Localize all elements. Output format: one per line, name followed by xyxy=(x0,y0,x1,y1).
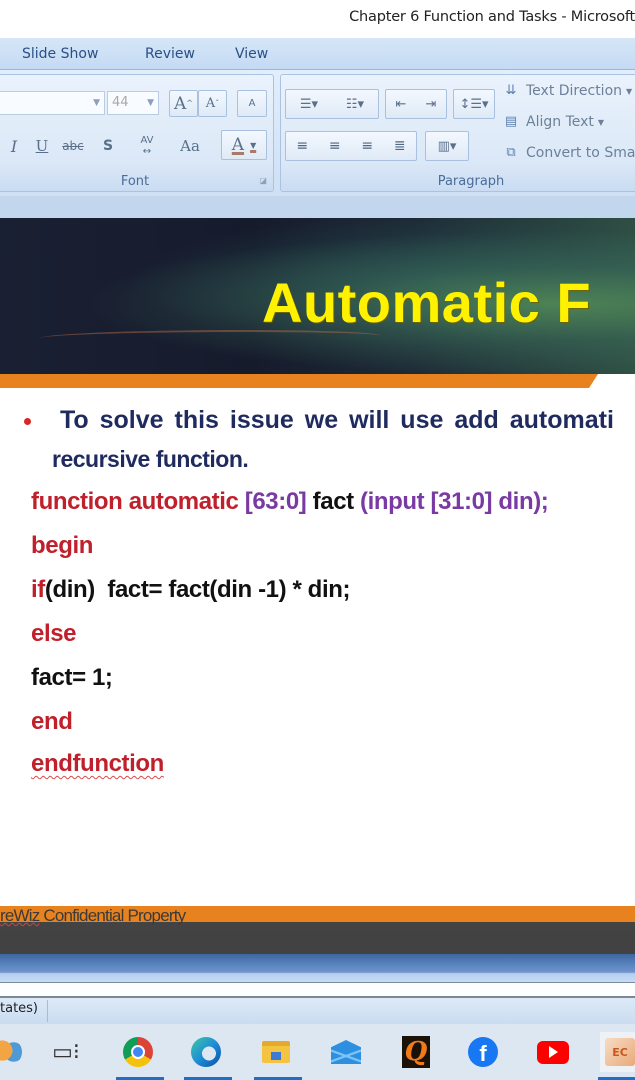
code-line-endfunction[interactable]: endfunction xyxy=(31,750,164,778)
font-color-button[interactable]: A ▼ xyxy=(221,130,267,160)
powerpoint-icon: EC xyxy=(605,1038,635,1066)
chevron-down-icon: ▼ xyxy=(147,98,154,108)
slide[interactable]: Automatic F To solve this issue we will … xyxy=(0,218,635,932)
taskbar-q-app[interactable]: Q xyxy=(396,1032,436,1072)
font-name-input[interactable]: ▼ xyxy=(0,91,105,115)
underline-button[interactable]: U xyxy=(31,133,53,159)
italic-button[interactable]: I xyxy=(3,133,25,159)
font-group: ▼ 44 ▼ A ^ Aˇ A I U abc S AV ↔ Aa A ▼ Font … xyxy=(0,74,274,192)
tab-view[interactable]: View xyxy=(235,46,268,62)
slide-title[interactable]: Automatic F xyxy=(262,270,591,335)
indent-buttons[interactable]: ⇤ ⇥ xyxy=(385,89,447,119)
folder-icon xyxy=(262,1041,290,1063)
chrome-icon xyxy=(123,1037,153,1067)
taskbar-mail[interactable] xyxy=(326,1032,366,1072)
clear-formatting-button[interactable]: A xyxy=(237,90,267,117)
taskbar-file-explorer[interactable] xyxy=(254,1032,302,1080)
align-text-button[interactable]: ▤ Align Text ▼ xyxy=(501,112,604,132)
character-spacing-button[interactable]: AV ↔ xyxy=(129,131,165,161)
decrease-indent-icon: ⇤ xyxy=(395,96,407,112)
paragraph-group: ☰▾ ☷▾ ⇤ ⇥ ↕☰▾ ≡ ≡ ≡ ≣ ▥▾ ⇊ Text Direction ▼ ▤ Al… xyxy=(280,74,635,192)
pane-splitter[interactable] xyxy=(0,954,635,982)
status-theme-text: tates) xyxy=(0,1001,39,1016)
q-app-icon: Q xyxy=(402,1036,430,1068)
columns-button[interactable]: ▥▾ xyxy=(425,131,469,161)
double-arrow-icon: ↔ xyxy=(142,146,152,157)
font-size-input[interactable]: 44 ▼ xyxy=(107,91,159,115)
bullet-text-line2[interactable]: recursive function. xyxy=(52,446,249,473)
task-view-icon: ▭⁝ xyxy=(52,1039,80,1065)
taskbar-edge[interactable] xyxy=(184,1032,232,1080)
align-right-icon: ≡ xyxy=(361,138,374,154)
grow-font-button[interactable]: A ^ xyxy=(169,90,198,117)
line-spacing-icon: ↕☰▾ xyxy=(459,96,489,112)
youtube-icon xyxy=(537,1040,569,1064)
chevron-down-icon: ▼ xyxy=(626,86,633,96)
change-case-button[interactable]: Aa xyxy=(173,133,207,159)
edge-icon xyxy=(191,1037,221,1067)
dialog-launcher-icon[interactable]: ◪ xyxy=(259,176,267,185)
align-center-icon: ≡ xyxy=(328,138,341,154)
numbered-list-icon: ☷▾ xyxy=(345,96,365,112)
title-bar: Chapter 6 Function and Tasks - Microsoft xyxy=(0,0,635,38)
taskbar-widgets[interactable] xyxy=(0,1032,28,1072)
text-direction-icon: ⇊ xyxy=(505,83,517,98)
window-title: Chapter 6 Function and Tasks - Microsoft xyxy=(349,9,635,25)
title-underline-bar xyxy=(0,374,598,388)
bullets-button[interactable]: ☰▾ ☷▾ xyxy=(285,89,379,119)
code-line-end[interactable]: end xyxy=(31,708,73,736)
chevron-down-icon: ▼ xyxy=(250,140,257,150)
bullet-text-line1[interactable]: To solve this issue we will use add auto… xyxy=(60,406,614,435)
tab-review[interactable]: Review xyxy=(145,46,195,62)
ribbon-tabs: Slide Show Review View xyxy=(0,38,635,70)
code-line-function-decl[interactable]: function automatic [63:0] fact (input [3… xyxy=(31,488,549,516)
chevron-down-icon: ▼ xyxy=(597,117,605,127)
notes-pane[interactable] xyxy=(0,982,635,998)
shadow-button[interactable]: S xyxy=(97,133,119,159)
paragraph-group-label: Paragraph xyxy=(437,174,505,189)
slide-editing-area: Automatic F To solve this issue we will … xyxy=(0,196,635,944)
taskbar-facebook[interactable]: f xyxy=(463,1032,503,1072)
code-line-assign[interactable]: fact= 1; xyxy=(31,664,113,692)
code-line-else[interactable]: else xyxy=(31,620,77,648)
increase-indent-icon: ⇥ xyxy=(425,96,437,112)
slide-banner-image: Automatic F xyxy=(0,218,635,374)
slide-bottom-band xyxy=(0,930,635,954)
font-group-label: Font xyxy=(120,174,150,189)
taskbar: ▭⁝ Q f EC xyxy=(0,1024,635,1080)
eraser-icon: A xyxy=(248,98,256,109)
code-line-begin[interactable]: begin xyxy=(31,532,93,560)
align-buttons[interactable]: ≡ ≡ ≡ ≣ xyxy=(285,131,417,161)
facebook-icon: f xyxy=(468,1037,498,1067)
smartart-icon: ⧉ xyxy=(506,145,516,160)
status-bar: tates) xyxy=(0,998,635,1024)
footer-text[interactable]: reWiz Confidential Property xyxy=(0,906,186,926)
taskbar-chrome[interactable] xyxy=(116,1032,164,1080)
convert-to-smartart-button[interactable]: ⧉ Convert to Sma xyxy=(501,143,635,163)
line-spacing-button[interactable]: ↕☰▾ xyxy=(453,89,495,119)
chevron-down-icon: ▼ xyxy=(93,98,100,108)
taskbar-task-view[interactable]: ▭⁝ xyxy=(46,1032,86,1072)
text-direction-button[interactable]: ⇊ Text Direction ▼ xyxy=(501,81,633,101)
ribbon: ▼ 44 ▼ A ^ Aˇ A I U abc S AV ↔ Aa A ▼ Font … xyxy=(0,70,635,196)
widgets-icon xyxy=(0,1038,22,1066)
shrink-font-button[interactable]: Aˇ xyxy=(198,90,227,117)
strikethrough-button[interactable]: abc xyxy=(59,133,87,159)
bullet-list-icon: ☰▾ xyxy=(299,96,319,112)
align-left-icon: ≡ xyxy=(296,138,309,154)
taskbar-youtube[interactable] xyxy=(533,1032,573,1072)
tab-slide-show[interactable]: Slide Show xyxy=(22,46,98,62)
code-line-if[interactable]: if(din) fact= fact(din -1) * din; xyxy=(31,576,350,604)
mail-icon xyxy=(331,1040,361,1064)
bullet-icon xyxy=(24,418,31,425)
columns-icon: ▥▾ xyxy=(437,138,457,154)
align-text-icon: ▤ xyxy=(504,114,518,129)
justify-icon: ≣ xyxy=(393,138,406,154)
taskbar-powerpoint[interactable]: EC xyxy=(598,1032,635,1080)
